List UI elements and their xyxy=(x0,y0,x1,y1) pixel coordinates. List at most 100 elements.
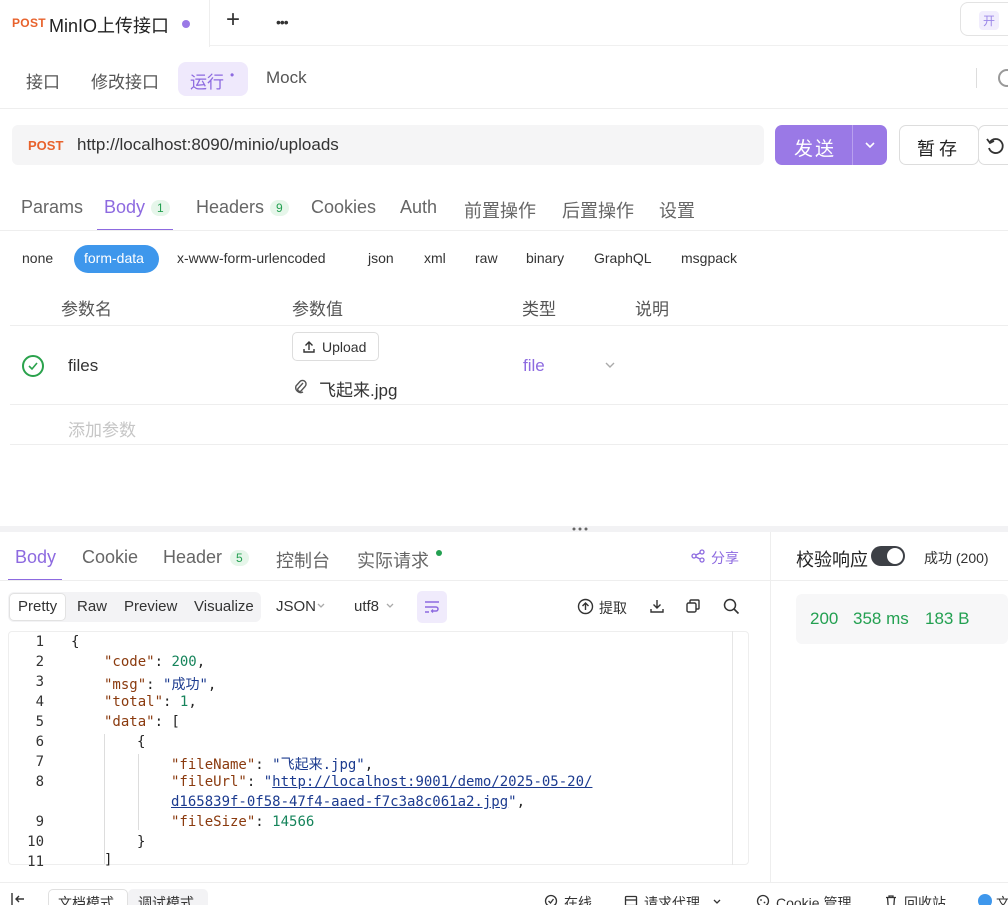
collapse-sidebar-icon[interactable] xyxy=(10,892,26,905)
status-code: 200 xyxy=(810,609,839,628)
resp-tab-header[interactable]: Header 5 xyxy=(163,547,249,568)
url-method[interactable]: POST xyxy=(28,138,63,153)
unsaved-dot xyxy=(182,20,190,28)
pane-splitter[interactable] xyxy=(0,526,1008,532)
extract-button[interactable]: 提取 xyxy=(599,598,627,618)
tab-settings[interactable]: 设置 xyxy=(659,197,695,223)
request-tab[interactable]: POST MinIO上传接口 xyxy=(0,0,210,47)
language-button[interactable]: 文 xyxy=(996,893,1008,905)
drag-handle-icon[interactable] xyxy=(572,527,588,531)
tab-cookies[interactable]: Cookies xyxy=(311,197,376,218)
doc-mode-tab[interactable]: 文档模式 xyxy=(58,893,114,905)
body-type-urlencoded[interactable]: x-www-form-urlencoded xyxy=(177,250,326,266)
indent-guide xyxy=(138,754,139,830)
code-token: } xyxy=(137,834,146,850)
save-button[interactable]: 暂存 xyxy=(899,125,979,165)
open-button[interactable]: 开 xyxy=(960,2,1008,36)
refresh-button[interactable] xyxy=(978,125,1008,165)
chevron-down-icon[interactable] xyxy=(604,360,616,370)
code-scrollbar[interactable] xyxy=(732,631,733,865)
chevron-down-icon[interactable] xyxy=(385,602,395,610)
code-line: "fileSize": 14566 xyxy=(171,814,315,830)
url-input[interactable]: http://localhost:8090/minio/uploads xyxy=(77,135,339,155)
line-number: 8 xyxy=(35,774,44,790)
share-icon[interactable] xyxy=(691,549,705,563)
resp-tab-console[interactable]: 控制台 xyxy=(276,547,330,573)
online-icon xyxy=(544,894,558,905)
chevron-down-icon[interactable] xyxy=(316,602,326,610)
divider xyxy=(0,108,1008,109)
upload-button[interactable]: Upload xyxy=(292,332,379,361)
table-divider xyxy=(10,404,1008,405)
body-type-raw[interactable]: raw xyxy=(475,250,498,266)
encoding-select[interactable]: utf8 xyxy=(354,598,379,615)
code-line: "fileUrl": "http://localhost:9001/demo/2… xyxy=(171,774,593,790)
search-icon[interactable] xyxy=(723,598,740,615)
add-tab-icon[interactable]: + xyxy=(226,6,240,34)
format-pretty[interactable]: Pretty xyxy=(18,598,57,615)
tab-post-actions[interactable]: 后置操作 xyxy=(562,197,634,223)
add-param-input[interactable]: 添加参数 xyxy=(68,416,136,441)
body-type-xml[interactable]: xml xyxy=(424,250,446,266)
body-type-msgpack[interactable]: msgpack xyxy=(681,250,737,266)
tab-params[interactable]: Params xyxy=(21,197,83,218)
json-link[interactable]: http://localhost:9001/demo/2025-05-20/ xyxy=(272,774,592,790)
tab-body[interactable]: Body 1 xyxy=(104,197,170,218)
language-select[interactable]: JSON xyxy=(276,598,316,615)
code-line: "total": 1, xyxy=(104,694,197,710)
subnav-item-edit[interactable]: 修改接口 xyxy=(91,68,159,93)
subnav-item-interface[interactable]: 接口 xyxy=(26,68,60,93)
copy-icon[interactable] xyxy=(685,598,701,614)
subnav-item-run[interactable]: 运行 xyxy=(190,68,224,93)
chevron-down-icon[interactable] xyxy=(712,898,722,905)
line-number: 1 xyxy=(35,634,44,650)
chevron-down-icon[interactable] xyxy=(864,140,876,150)
subnav-item-mock[interactable]: Mock xyxy=(266,68,307,88)
json-key: "data" xyxy=(104,714,155,730)
wrap-lines-button[interactable] xyxy=(417,591,447,623)
divider xyxy=(0,230,1008,231)
json-link[interactable]: d165839f-0f58-47f4-aaed-f7c3a8c061a2.jpg xyxy=(171,794,508,810)
json-quote: " xyxy=(508,794,517,810)
tab-auth[interactable]: Auth xyxy=(400,197,437,218)
json-value: 14566 xyxy=(272,814,315,830)
param-enabled-checkbox[interactable] xyxy=(22,355,44,377)
code-line: { xyxy=(71,634,79,650)
request-proxy-button[interactable]: 请求代理 xyxy=(644,893,700,905)
wrap-icon xyxy=(425,601,439,613)
resp-tab-actual-request[interactable]: 实际请求 xyxy=(357,547,429,573)
uploaded-file-name[interactable]: 飞起来.jpg xyxy=(319,376,397,401)
body-type-form-data[interactable]: form-data xyxy=(84,250,144,266)
open-label: 开 xyxy=(979,11,1000,30)
resp-tab-cookie[interactable]: Cookie xyxy=(82,547,138,568)
body-type-none[interactable]: none xyxy=(22,250,53,266)
more-icon[interactable]: ••• xyxy=(276,14,289,30)
param-type-select[interactable]: file xyxy=(523,356,545,376)
tab-headers[interactable]: Headers 9 xyxy=(196,197,289,218)
line-number: 9 xyxy=(35,814,44,830)
param-name[interactable]: files xyxy=(68,356,98,376)
response-time: 358 ms xyxy=(853,609,909,628)
history-icon[interactable] xyxy=(998,69,1008,87)
resp-tab-body[interactable]: Body xyxy=(15,547,56,568)
tab-pre-actions[interactable]: 前置操作 xyxy=(464,197,536,223)
send-button[interactable]: 发送 xyxy=(775,125,887,165)
body-type-json[interactable]: json xyxy=(368,250,394,266)
body-type-graphql[interactable]: GraphQL xyxy=(594,250,652,266)
format-preview[interactable]: Preview xyxy=(124,598,177,615)
cookie-manager-button[interactable]: Cookie 管理 xyxy=(776,893,851,905)
online-status[interactable]: 在线 xyxy=(564,893,592,905)
extract-icon[interactable] xyxy=(577,598,594,615)
download-icon[interactable] xyxy=(649,598,665,614)
debug-mode-tab[interactable]: 调试模式 xyxy=(138,893,194,905)
format-raw[interactable]: Raw xyxy=(77,598,107,615)
recycle-bin-button[interactable]: 回收站 xyxy=(904,893,946,905)
body-type-binary[interactable]: binary xyxy=(526,250,564,266)
col-header-description: 说明 xyxy=(635,300,669,319)
col-header-type: 类型 xyxy=(522,300,556,319)
share-button[interactable]: 分享 xyxy=(711,548,739,568)
send-divider xyxy=(852,125,853,165)
table-divider xyxy=(10,325,1008,326)
url-bar[interactable]: POST http://localhost:8090/minio/uploads xyxy=(12,125,764,165)
format-visualize[interactable]: Visualize xyxy=(194,598,254,615)
